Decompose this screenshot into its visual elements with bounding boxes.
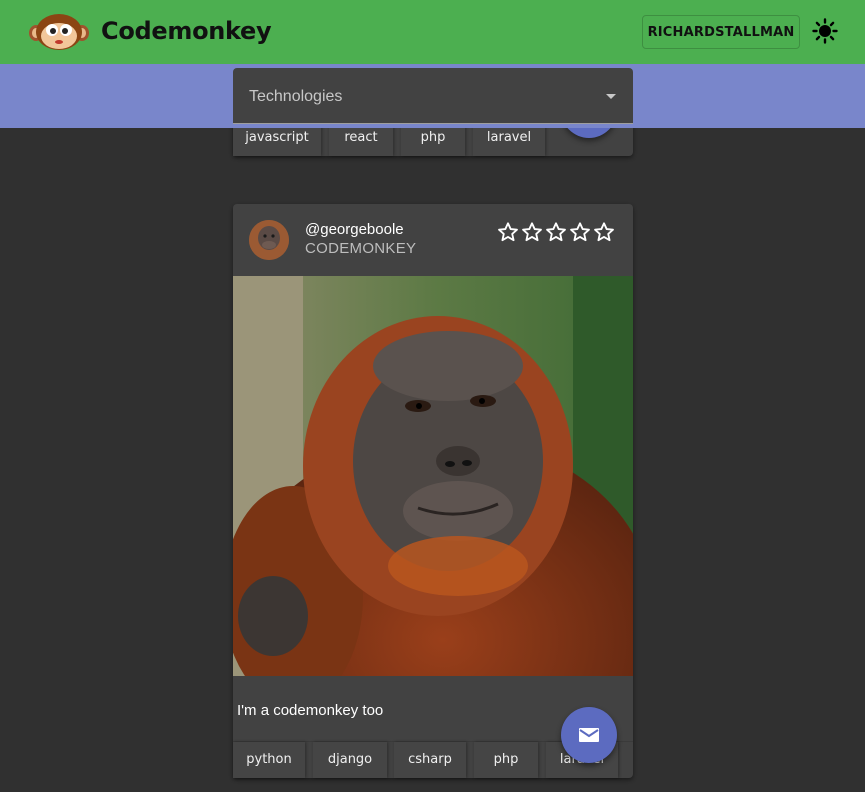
tag-chip[interactable]: csharp	[394, 742, 466, 778]
technologies-select-label: Technologies	[249, 88, 343, 105]
tag-chip[interactable]: django	[313, 742, 387, 778]
contact-fab[interactable]	[561, 707, 617, 763]
app-bar: Codemonkey RICHARDSTALLMAN	[0, 0, 865, 64]
post-author-handle[interactable]: @georgeboole	[305, 221, 404, 238]
monkey-logo-icon[interactable]	[28, 13, 90, 51]
sun-icon[interactable]	[812, 18, 838, 44]
post-author-role: CODEMONKEY	[305, 240, 417, 257]
star-outline-icon[interactable]	[521, 221, 543, 243]
user-account-button[interactable]: RICHARDSTALLMAN	[642, 15, 800, 49]
orangutan-photo	[233, 276, 633, 676]
post-caption: I'm a codemonkey too	[237, 702, 384, 719]
technologies-select[interactable]: Technologies	[233, 68, 633, 124]
post-card: @georgeboole CODEMONKEY I'm a codemonkey…	[233, 204, 633, 778]
app-title: Codemonkey	[101, 17, 272, 45]
tag-chip[interactable]: python	[233, 742, 305, 778]
avatar[interactable]	[249, 220, 289, 260]
star-outline-icon[interactable]	[593, 221, 615, 243]
rating-stars[interactable]	[497, 221, 617, 245]
dropdown-caret-icon[interactable]	[606, 94, 616, 99]
tag-chip[interactable]: php	[474, 742, 538, 778]
mail-icon	[579, 728, 599, 742]
star-outline-icon[interactable]	[545, 221, 567, 243]
star-outline-icon[interactable]	[569, 221, 591, 243]
star-outline-icon[interactable]	[497, 221, 519, 243]
